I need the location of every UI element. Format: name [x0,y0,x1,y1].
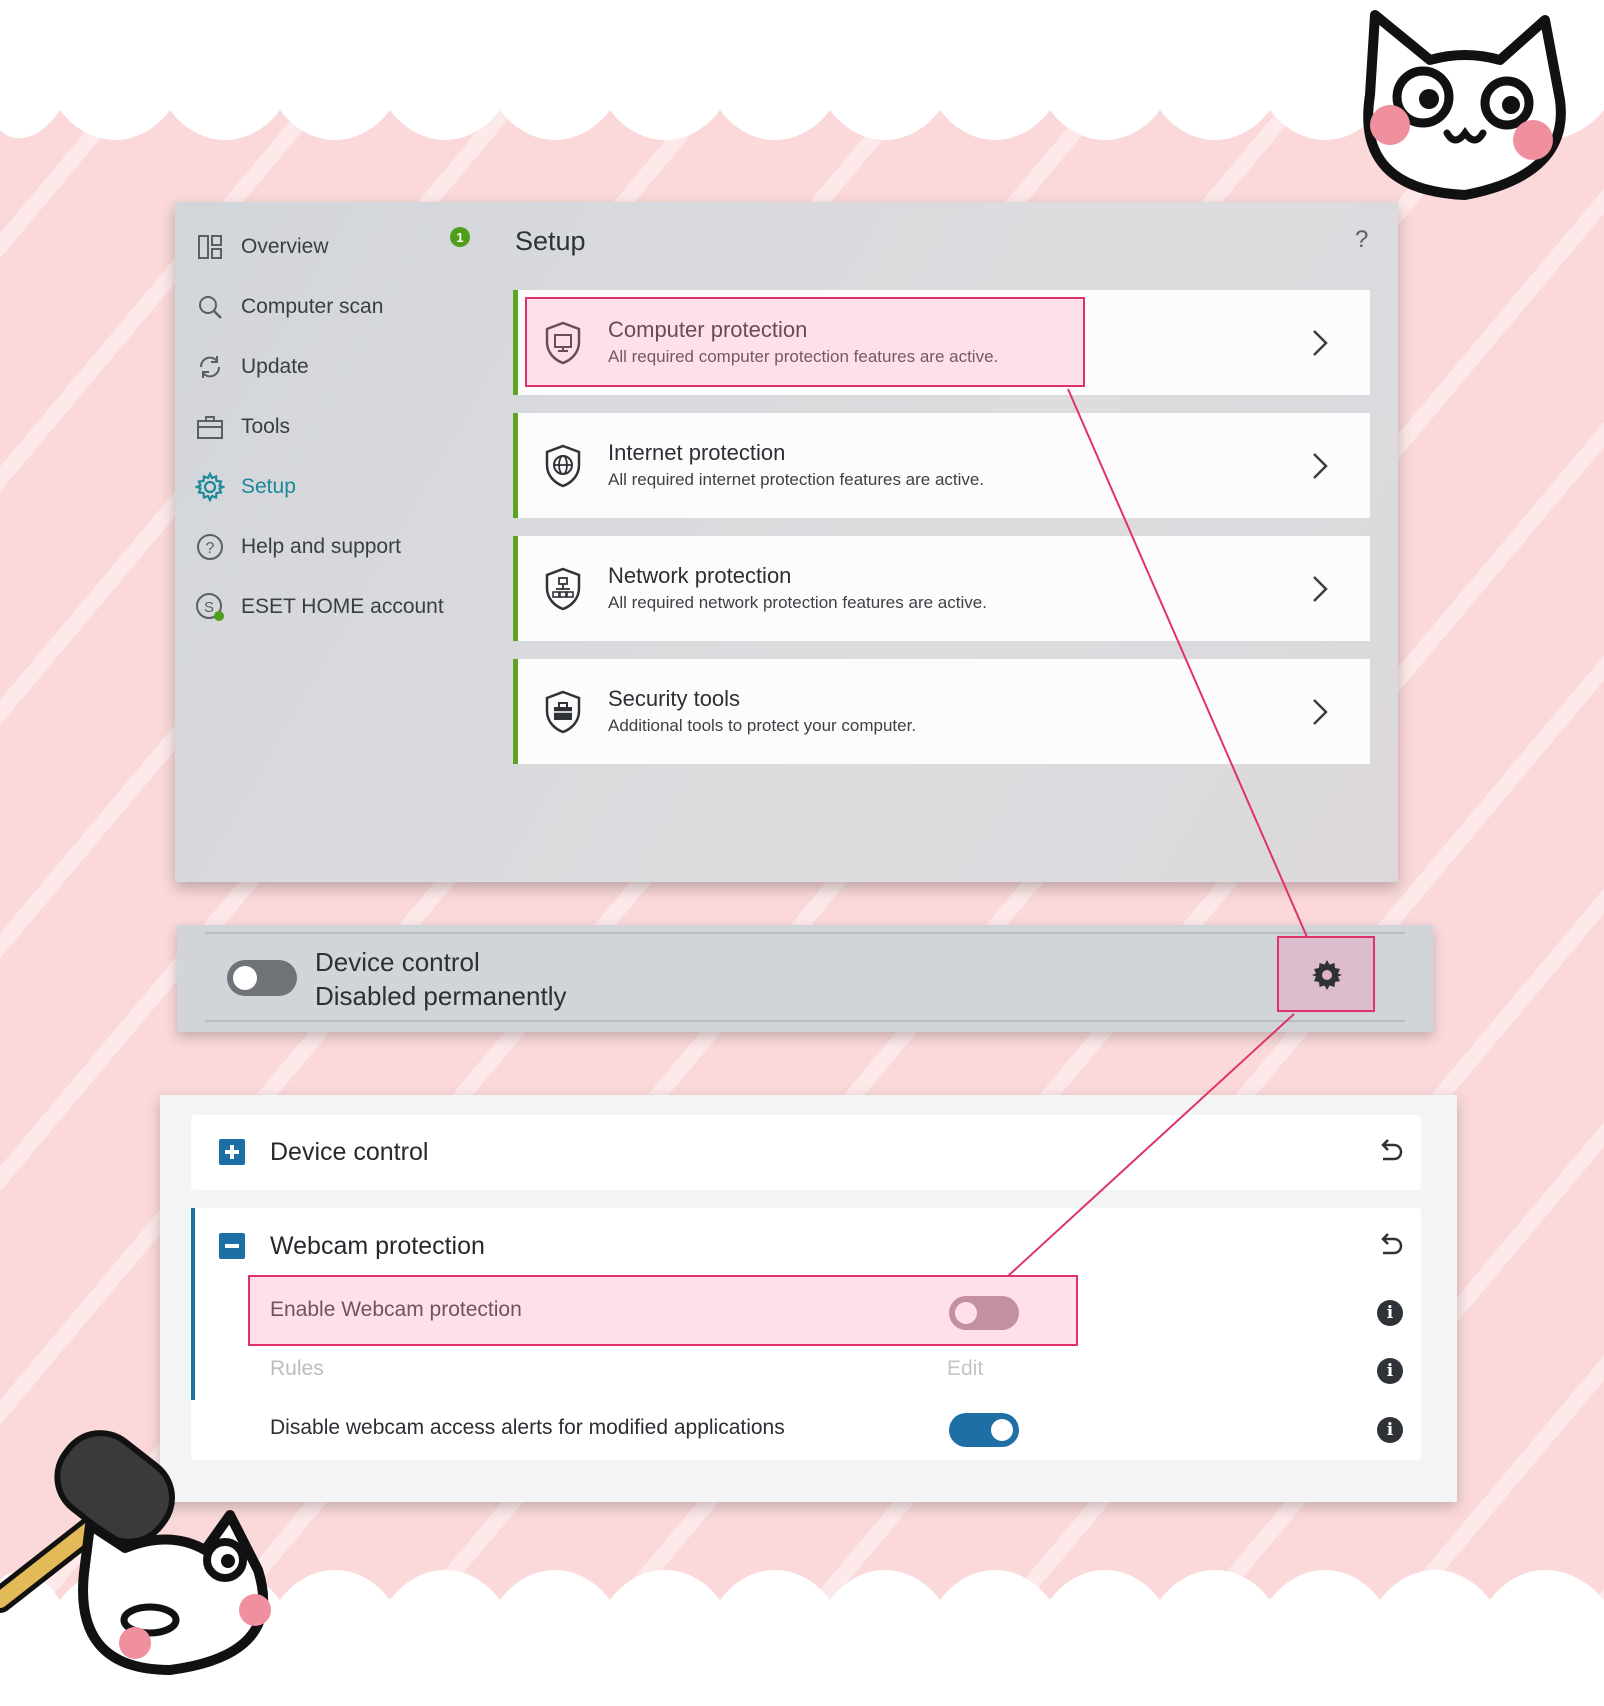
sidebar-item-label: Tools [241,415,291,438]
section-device-control: Device control [191,1115,1421,1190]
help-button[interactable]: ? [1355,226,1368,254]
sidebar-item-label: Help and support [241,535,401,558]
sidebar-item-tools[interactable]: Tools [195,407,475,447]
device-control-strip: Device control Disabled permanently [177,925,1433,1032]
network-shield-icon [545,567,581,611]
disable-alerts-label: Disable webcam access alerts for modifie… [270,1416,785,1439]
rules-label: Rules [270,1357,324,1380]
help-icon: ? [195,532,225,562]
card-title: Internet protection [608,440,786,465]
svg-text:?: ? [206,540,215,557]
eset-setup-window: Overview 1 Computer scan Update Tools Se… [175,202,1398,882]
section-title: Device control [270,1138,429,1166]
chevron-right-icon [1313,699,1328,725]
expand-button[interactable] [219,1139,245,1165]
toggle-knob [955,1302,977,1324]
sidebar-item-label: Computer scan [241,295,384,318]
sidebar-item-computer-scan[interactable]: Computer scan [195,287,475,327]
notification-badge: 1 [450,227,470,247]
divider [205,932,1405,934]
toggle-knob [233,966,257,990]
overview-icon [195,232,225,262]
info-icon[interactable]: i [1377,1417,1403,1443]
sidebar-item-label: Setup [241,475,296,498]
search-icon [195,292,225,322]
refresh-icon [195,352,225,382]
sidebar: Overview 1 Computer scan Update Tools Se… [175,202,475,882]
chevron-right-icon [1313,453,1328,479]
card-subtitle: All required computer protection feature… [608,347,999,366]
card-computer-protection[interactable]: Computer protection All required compute… [513,290,1370,395]
revert-icon[interactable] [1375,1231,1405,1261]
device-control-title: Device control [315,947,480,977]
enable-webcam-protection-toggle[interactable] [949,1296,1019,1330]
info-icon[interactable]: i [1377,1358,1403,1384]
divider [205,1020,1405,1022]
sidebar-item-label: ESET HOME account [241,595,444,618]
section-title: Webcam protection [270,1232,485,1260]
info-icon[interactable]: i [1377,1300,1403,1326]
revert-icon[interactable] [1375,1137,1405,1167]
sidebar-item-update[interactable]: Update [195,347,475,387]
section-accent-bar [191,1208,195,1400]
gear-icon [1312,960,1342,990]
card-title: Security tools [608,686,741,711]
account-icon: S [195,592,225,622]
card-network-protection[interactable]: Network protection All required network … [513,536,1370,641]
globe-shield-icon [545,444,581,488]
card-title: Computer protection [608,317,808,342]
chevron-right-icon [1313,576,1328,602]
device-control-toggle[interactable] [227,960,297,996]
rules-edit-link[interactable]: Edit [947,1357,983,1381]
sidebar-item-overview[interactable]: Overview [195,227,475,267]
gear-icon [195,472,225,502]
enable-webcam-protection-label: Enable Webcam protection [270,1298,522,1321]
disable-alerts-toggle[interactable] [949,1413,1019,1447]
sidebar-item-label: Update [241,355,309,378]
sidebar-item-help-and-support[interactable]: ? Help and support [195,527,475,567]
collapse-button[interactable] [219,1233,245,1259]
toggle-knob [991,1419,1013,1441]
device-control-status: Disabled permanently [315,981,567,1011]
card-internet-protection[interactable]: Internet protection All required interne… [513,413,1370,518]
toolbox-icon [195,412,225,442]
sidebar-item-setup[interactable]: Setup [195,467,475,507]
sidebar-item-label: Overview [241,235,329,258]
page-title: Setup [515,226,586,256]
chevron-right-icon [1313,330,1328,356]
card-subtitle: Additional tools to protect your compute… [608,716,917,735]
card-subtitle: All required internet protection feature… [608,470,985,489]
device-control-settings-button[interactable] [1277,936,1375,1012]
svg-text:S: S [204,599,214,616]
sidebar-item-eset-home-account[interactable]: S ESET HOME account [195,587,475,627]
section-webcam-protection: Webcam protection Enable Webcam protecti… [191,1208,1421,1460]
card-subtitle: All required network protection features… [608,593,987,612]
minus-icon [225,1244,239,1248]
monitor-shield-icon [545,321,581,365]
card-title: Network protection [608,563,792,588]
card-security-tools[interactable]: Security tools Additional tools to prote… [513,659,1370,764]
advanced-setup-panel: Device control Webcam protection Enable … [160,1095,1457,1502]
toolbox-shield-icon [545,690,581,734]
